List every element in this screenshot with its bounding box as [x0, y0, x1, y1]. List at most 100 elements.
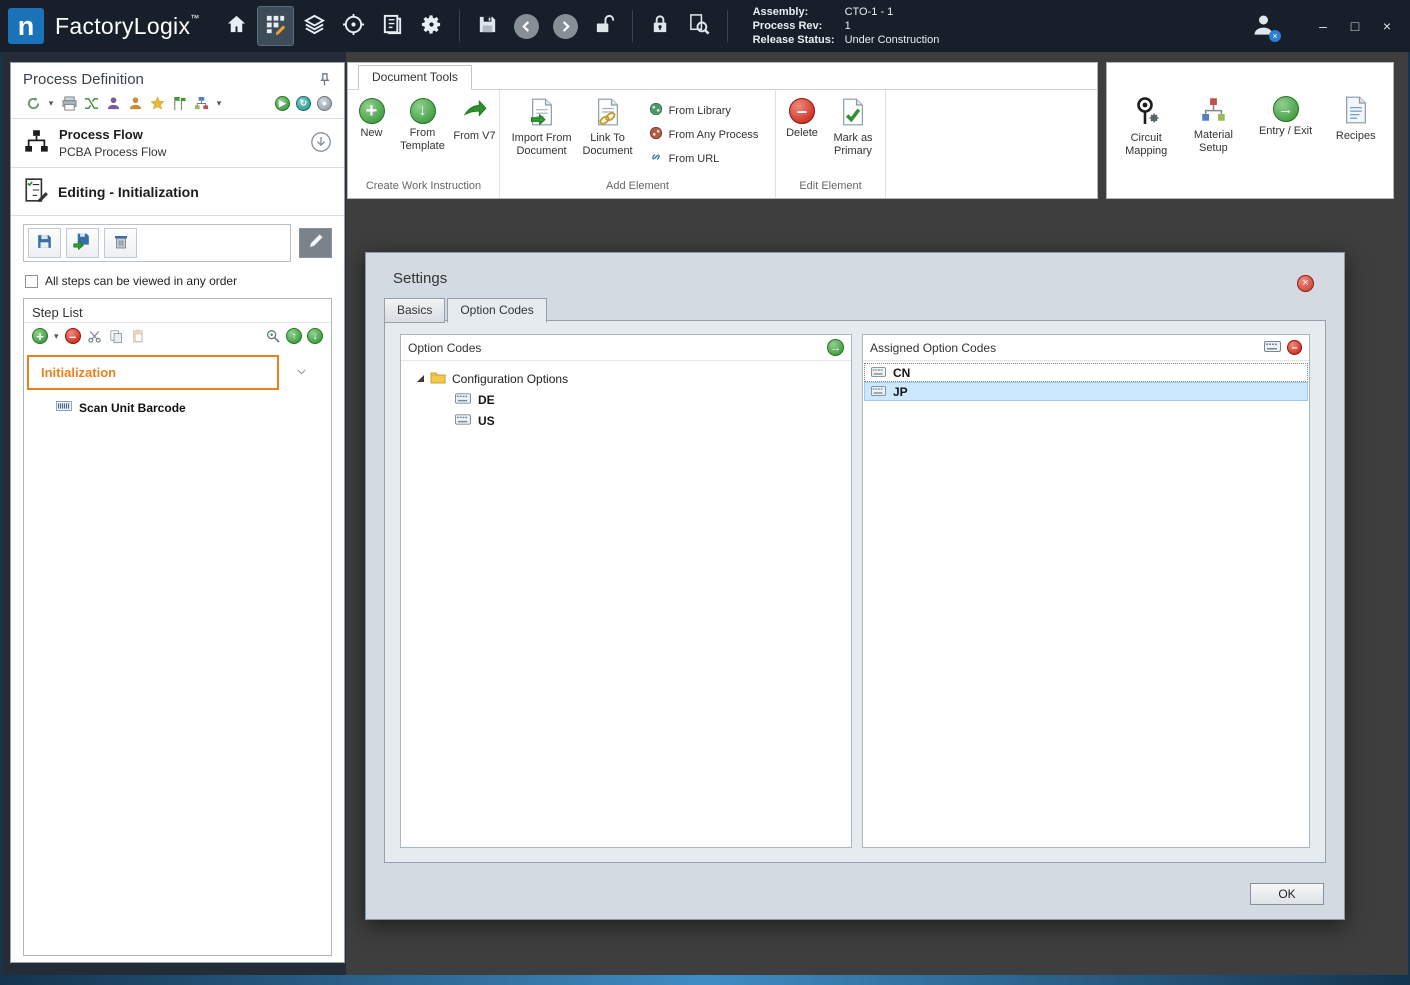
audit-search-button[interactable]: [681, 6, 718, 46]
award-icon[interactable]: [149, 95, 165, 111]
flags-icon[interactable]: [171, 95, 187, 111]
ribbon-main: Document Tools + New ↓ From Template Fro…: [347, 62, 1098, 199]
collapse-circle-icon[interactable]: [310, 131, 332, 156]
lock-button[interactable]: [642, 6, 679, 46]
assigned-item-jp[interactable]: JP: [864, 382, 1308, 401]
dialog-tabs: Basics Option Codes: [384, 298, 549, 323]
pin-icon[interactable]: [316, 72, 332, 88]
refresh-icon[interactable]: [25, 95, 41, 111]
material-setup-button[interactable]: Material Setup: [1185, 93, 1241, 155]
minimize-button[interactable]: –: [1308, 13, 1338, 39]
settings-dialog: Settings × Basics Option Codes Option Co…: [365, 252, 1345, 920]
save-step-button[interactable]: [28, 228, 61, 258]
save-button[interactable]: [469, 6, 506, 46]
from-template-button[interactable]: ↓ From Template: [396, 95, 450, 180]
from-url-link[interactable]: From URL: [649, 150, 759, 167]
hierarchy-dropdown-icon[interactable]: ▾: [215, 95, 223, 111]
tree-node-us[interactable]: US: [405, 410, 847, 431]
remove-step-button[interactable]: –: [64, 328, 81, 344]
user-alert-icon[interactable]: [127, 95, 143, 111]
routing-icon[interactable]: [83, 95, 99, 111]
assigned-panel-title: Assigned Option Codes: [870, 340, 997, 355]
assign-option-code-button[interactable]: →: [827, 339, 844, 356]
mark-as-primary-button[interactable]: Mark as Primary: [826, 95, 880, 180]
forward-button[interactable]: [547, 6, 584, 46]
app-name: FactoryLogix™: [55, 12, 200, 39]
titlebar: n FactoryLogix™ Assembly: CTO-1 - 1 Proc…: [0, 0, 1410, 52]
step-list-toolbar: + ▾ – ↑ ↓: [24, 323, 331, 351]
settings-button[interactable]: [413, 6, 450, 46]
remove-assigned-code-button[interactable]: –: [1287, 340, 1302, 355]
pause-icon[interactable]: ●: [317, 95, 332, 111]
circuit-mapping-button[interactable]: Circuit Mapping: [1118, 93, 1174, 158]
ribbon-group-add: Import From Document Link To Document Fr…: [500, 90, 776, 198]
library-icon: [649, 102, 663, 119]
option-codes-panel: Option Codes → Configuration Options DE: [400, 334, 852, 848]
unlock-button[interactable]: [586, 6, 623, 46]
pencil-icon: [307, 233, 324, 253]
edit-content-button[interactable]: [299, 228, 332, 258]
discard-step-button[interactable]: [104, 228, 137, 258]
step-item-scan-unit-barcode[interactable]: Scan Unit Barcode: [24, 390, 331, 416]
add-step-button[interactable]: +: [32, 328, 48, 344]
from-v7-button[interactable]: From V7: [453, 95, 497, 180]
save-floppy-icon: [476, 13, 499, 39]
process-definition-icon: [264, 13, 287, 39]
dialog-close-button[interactable]: ×: [1297, 275, 1314, 292]
import-from-document-button[interactable]: Import From Document: [509, 95, 575, 180]
sync-icon[interactable]: ↻: [296, 95, 311, 111]
ribbon-group-edit: – Delete Mark as Primary Edit Element: [776, 90, 886, 198]
download-circle-icon: ↓: [409, 98, 436, 124]
new-button[interactable]: + New: [351, 95, 393, 180]
entry-exit-button[interactable]: → Entry / Exit: [1253, 93, 1319, 138]
add-step-dropdown-icon[interactable]: ▾: [54, 331, 59, 342]
process-definition-button[interactable]: [256, 6, 294, 46]
go-icon[interactable]: ▶: [275, 95, 290, 111]
link-to-document-button[interactable]: Link To Document: [578, 95, 638, 180]
print-icon[interactable]: [61, 95, 77, 111]
tree-node-de[interactable]: DE: [405, 389, 847, 410]
move-step-up-button[interactable]: ↑: [286, 328, 302, 344]
order-checkbox[interactable]: [25, 274, 38, 288]
copy-step-button[interactable]: [109, 328, 125, 344]
dropdown-chevron-icon[interactable]: ▾: [47, 95, 55, 111]
from-any-process-link[interactable]: From Any Process: [649, 126, 758, 143]
back-button[interactable]: [508, 6, 545, 46]
order-checkbox-label: All steps can be viewed in any order: [45, 274, 238, 288]
move-step-down-button[interactable]: ↓: [307, 328, 323, 344]
production-button[interactable]: [296, 6, 333, 46]
from-library-link[interactable]: From Library: [649, 102, 759, 119]
tab-basics[interactable]: Basics: [384, 298, 446, 323]
process-flow-row[interactable]: Process Flow PCBA Process Flow: [11, 119, 344, 168]
dialog-title: Settings: [393, 270, 448, 287]
home-button[interactable]: [218, 6, 255, 46]
close-button[interactable]: ×: [1372, 13, 1402, 39]
logout-user-button[interactable]: ×: [1242, 5, 1284, 47]
tab-document-tools[interactable]: Document Tools: [358, 65, 472, 90]
minimize-icon: –: [1319, 18, 1327, 34]
step-item-initialization[interactable]: Initialization: [27, 355, 279, 390]
barcode-icon: [56, 399, 72, 416]
delete-element-button[interactable]: – Delete: [781, 95, 823, 180]
documents-button[interactable]: [374, 6, 411, 46]
tree-expanded-icon[interactable]: [417, 375, 424, 382]
tab-option-codes[interactable]: Option Codes: [447, 298, 547, 323]
ok-button[interactable]: OK: [1250, 883, 1324, 905]
order-checkbox-row: All steps can be viewed in any order: [11, 268, 344, 298]
recipes-button[interactable]: Recipes: [1330, 93, 1382, 143]
maximize-button[interactable]: □: [1340, 13, 1370, 39]
user-role-icon[interactable]: [105, 95, 121, 111]
release-status-value: Under Construction: [844, 34, 940, 46]
tree-node-configuration-options[interactable]: Configuration Options: [405, 368, 847, 389]
titlebar-separator: [631, 10, 633, 42]
assigned-item-cn[interactable]: CN: [864, 363, 1308, 382]
step-expand-chevron-icon[interactable]: [295, 365, 308, 381]
trademark: ™: [190, 12, 200, 23]
save-as-step-button[interactable]: [66, 228, 99, 258]
find-step-button[interactable]: [265, 328, 281, 344]
close-icon: ×: [1382, 18, 1392, 34]
paste-step-button[interactable]: [131, 328, 147, 344]
tracking-button[interactable]: [335, 6, 372, 46]
cut-step-button[interactable]: [87, 328, 103, 344]
hierarchy-icon[interactable]: [193, 95, 209, 111]
